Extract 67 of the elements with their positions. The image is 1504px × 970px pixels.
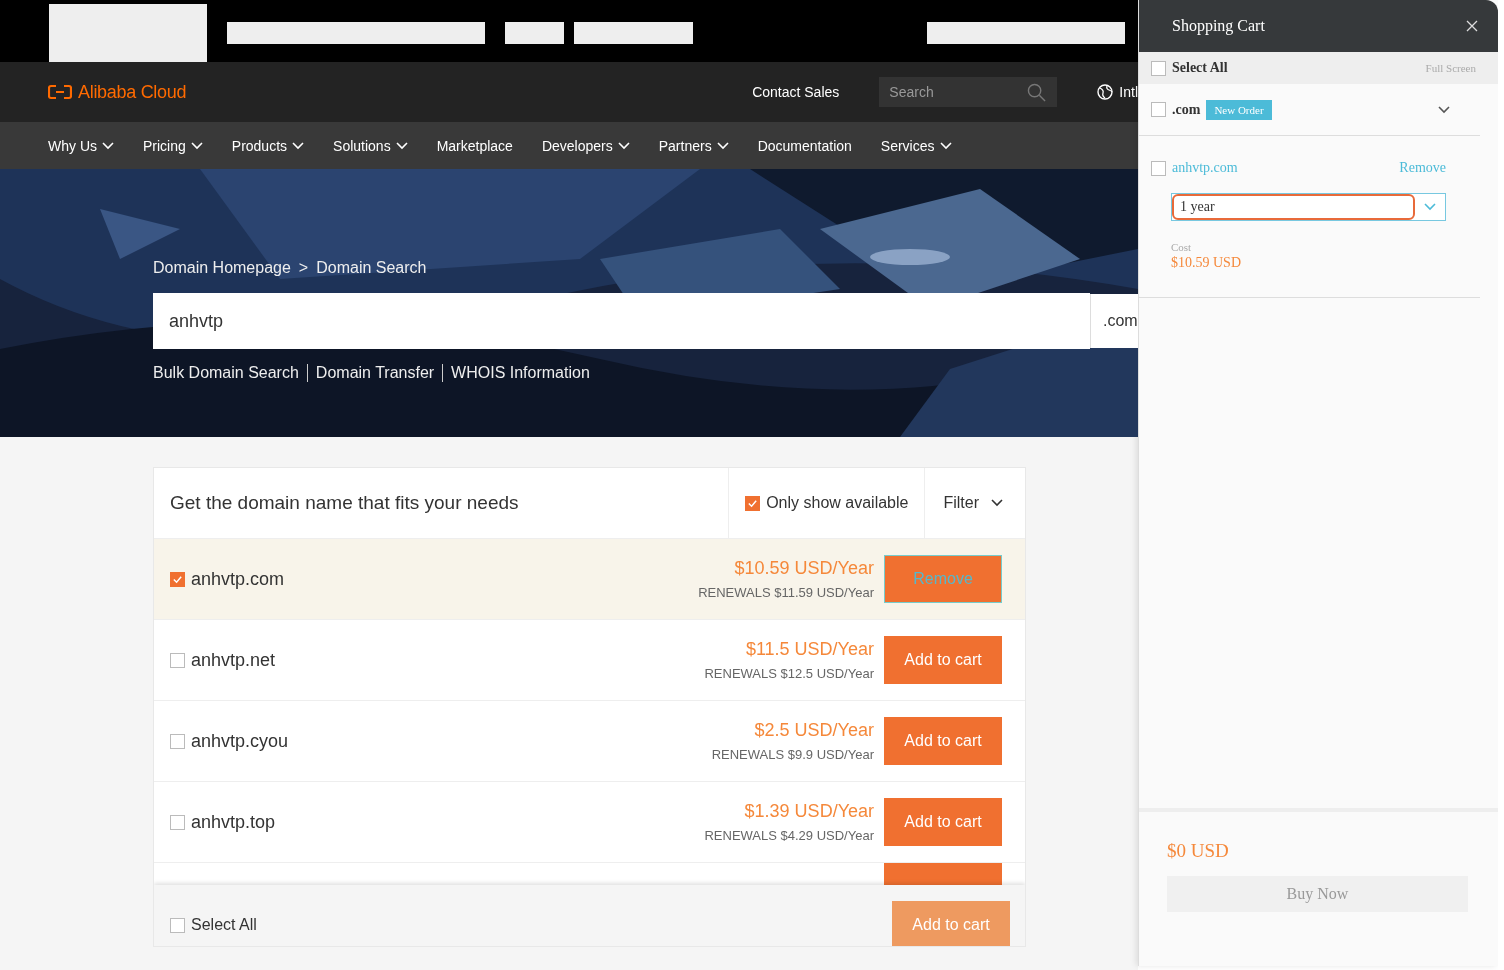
cart-total: $0 USD (1167, 840, 1230, 862)
domain-name: anhvtp.top (191, 811, 276, 833)
nav-item[interactable]: Why Us (48, 137, 97, 154)
checkbox[interactable] (170, 571, 185, 587)
checkbox[interactable] (745, 495, 761, 511)
caret-icon (991, 499, 1003, 507)
domain-row[interactable]: anhvtp.top $1.39 USD/Year RENEWALS $4.29 USD/Year Add to cart (154, 782, 1025, 863)
select-all-label[interactable]: Select All (191, 916, 886, 934)
cost-value: $10.59 USD (1171, 255, 1242, 271)
group-label: .com (1172, 101, 1201, 118)
filter-button[interactable]: Filter (925, 468, 1025, 538)
checkbox[interactable] (1151, 60, 1166, 76)
domain-row[interactable]: anhvtp.com $10.59 USD/Year RENEWALS $11.59 USD/Year Remove (154, 539, 1025, 620)
domain-name: anhvtp.net (191, 649, 276, 671)
hero-link[interactable]: Domain Transfer (315, 364, 435, 382)
blank-bar (505, 22, 564, 44)
term-dropdown[interactable]: 1 year (1171, 193, 1446, 221)
nav-item[interactable]: Solutions (333, 137, 391, 154)
domain-row[interactable]: anhvtp.cyou $2.5 USD/Year RENEWALS $9.9 USD/Year Add to cart (154, 701, 1025, 782)
hero-link[interactable]: WHOIS Information (451, 364, 590, 382)
close-icon[interactable] (1466, 20, 1478, 32)
new-order-badge: New Order (1206, 99, 1272, 120)
logo-icon (48, 84, 72, 100)
logo-text[interactable]: Alibaba Cloud (78, 81, 187, 103)
checkbox[interactable] (170, 652, 185, 668)
price: $2.5 USD/Year (754, 720, 874, 741)
domain-search-field[interactable]: anhvtp (153, 293, 1090, 349)
nav-item[interactable]: Services (880, 137, 935, 154)
breadcrumb-link[interactable]: Domain Homepage (153, 259, 291, 277)
checkbox[interactable] (1151, 102, 1166, 117)
nav-item[interactable]: Developers (541, 137, 613, 154)
check-icon (747, 497, 759, 509)
nav-item[interactable]: Documentation (757, 137, 852, 154)
nav-item[interactable]: Partners (658, 137, 712, 154)
caret-icon (1438, 105, 1450, 114)
breadcrumb-current: Domain Search (316, 259, 427, 277)
renewal-price: RENEWALS $11.59 USD/Year (698, 585, 874, 600)
checkbox[interactable] (1151, 160, 1166, 176)
domain-name: anhvtp.cyou (191, 730, 289, 752)
checkbox[interactable] (170, 733, 185, 749)
checkbox[interactable] (170, 917, 185, 933)
check-icon (172, 573, 183, 585)
globe-icon[interactable] (1097, 84, 1114, 100)
nav-item[interactable]: Products (231, 137, 288, 154)
domain-name: anhvtp.com (191, 568, 285, 590)
language-label[interactable]: Intl (1119, 84, 1138, 100)
select-all-label[interactable]: Select All (1172, 60, 1414, 76)
domain-row[interactable]: anhvtp.net $11.5 USD/Year RENEWALS $12.5 USD/Year Add to cart (154, 620, 1025, 701)
caret-icon (1424, 203, 1436, 211)
nav-item[interactable]: Pricing (143, 137, 186, 154)
price: $11.5 USD/Year (745, 639, 874, 660)
breadcrumb-separator: > (298, 259, 309, 277)
price: $1.39 USD/Year (744, 801, 874, 822)
search-field[interactable]: Search (879, 77, 1058, 107)
cart-title: Shopping Cart (1172, 17, 1266, 35)
tld-selector[interactable]: .com (1090, 294, 1138, 348)
price: $10.59 USD/Year (734, 558, 874, 579)
contact-sales-link[interactable]: Contact Sales (752, 84, 840, 100)
renewal-price: RENEWALS $9.9 USD/Year (711, 747, 874, 762)
nav-item[interactable]: Marketplace (436, 137, 513, 154)
cost-label: Cost (1171, 241, 1193, 253)
results-title: Get the domain name that fits your needs (169, 492, 520, 514)
checkbox[interactable] (170, 814, 185, 830)
renewal-price: RENEWALS $4.29 USD/Year (704, 828, 874, 843)
checkbox-label[interactable]: Only show available (766, 494, 909, 512)
hero-link[interactable]: Bulk Domain Search (153, 364, 299, 382)
renewal-price: RENEWALS $12.5 USD/Year (704, 666, 874, 681)
